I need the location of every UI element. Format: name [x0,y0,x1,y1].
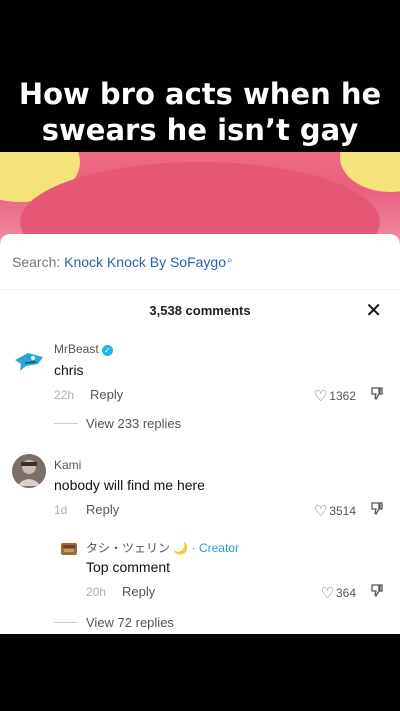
reply-time: 20h [86,585,107,599]
comments-count: 3,538 comments [149,303,251,318]
avatar[interactable] [58,538,80,560]
like-count: 3514 [329,504,356,518]
view-replies-label[interactable]: View 72 replies [86,615,174,630]
heart-icon: ♡ [320,585,334,602]
mrbeast-logo-icon [15,353,43,371]
heart-icon: ♡ [313,503,328,520]
thumb-down-icon [371,387,383,401]
avatar[interactable] [12,454,46,488]
like-count: 364 [335,586,356,600]
dislike-icon[interactable] [370,583,384,600]
reply-button[interactable]: Reply [90,387,123,402]
reply-button[interactable]: Reply [122,584,155,599]
comments-sheet: Search: Knock Knock By SoFaygo⌕ 3,538 co… [0,234,400,634]
comment-time: 22h [54,388,75,402]
reply-text: Top comment [86,559,171,575]
divider [0,289,400,290]
comment-time: 1d [54,503,68,517]
view-replies-button[interactable]: View 72 replies [54,615,174,630]
reply-button[interactable]: Reply [86,502,119,517]
reply-item: タシ・ツェリン 🌙 · Creator Top comment 20h Repl… [0,534,400,614]
comment-item: Kami nobody will find me here 1d Reply ♡… [0,452,400,532]
creator-badge: · Creator [188,541,239,555]
thumb-down-icon [371,584,383,598]
divider-line [54,622,78,623]
reply-author[interactable]: タシ・ツェリン 🌙 · Creator [86,539,239,556]
comment-text: chris [54,362,84,378]
creator-avatar-icon [61,543,77,555]
dislike-icon[interactable] [370,386,384,403]
comment-author[interactable]: MrBeast ✓ [54,342,113,356]
divider-line [54,423,78,424]
heart-icon: ♡ [313,388,328,405]
view-replies-label[interactable]: View 233 replies [86,416,181,431]
video-caption: How bro acts when he swears he isn’t gay [0,76,400,148]
comment-author[interactable]: Kami [54,458,81,472]
caption-line-1: How bro acts when he [18,77,382,111]
dislike-icon[interactable] [370,501,384,518]
search-term[interactable]: Knock Knock By SoFaygo [64,254,226,270]
comment-item: MrBeast ✓ chris 22h Reply ♡ 1362 View 233 … [0,334,400,434]
search-prefix: Search: [12,254,65,270]
verified-icon: ✓ [101,345,113,356]
search-icon: ⌕ [227,255,233,266]
view-replies-button[interactable]: View 233 replies [54,416,181,431]
like-button[interactable]: ♡ 3514 [314,502,356,520]
thumb-down-icon [371,502,383,516]
close-icon[interactable]: ✕ [365,298,382,323]
video-shape [340,152,400,192]
like-button[interactable]: ♡ 364 [321,584,356,602]
like-count: 1362 [329,389,356,403]
comment-text: nobody will find me here [54,477,205,493]
user-avatar-icon [12,454,46,488]
like-button[interactable]: ♡ 1362 [314,387,356,405]
search-suggestion[interactable]: Search: Knock Knock By SoFaygo⌕ [12,254,233,270]
avatar[interactable] [12,344,46,378]
reply-author-name[interactable]: タシ・ツェリン 🌙 [86,541,188,555]
video-frame[interactable] [0,152,400,242]
caption-line-2: swears he isn’t gay [41,113,359,147]
